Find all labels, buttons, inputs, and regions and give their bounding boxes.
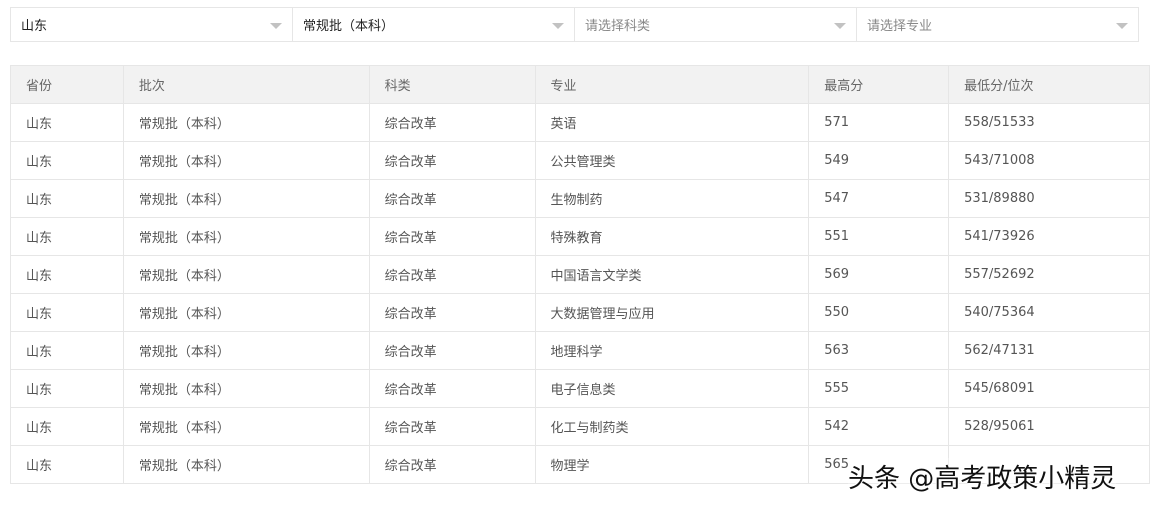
table-row: 山东 常规批（本科） 综合改革 特殊教育 551 541/73926 — [10, 217, 1150, 256]
table-header: 省份 批次 科类 专业 最高分 最低分/位次 — [10, 65, 1150, 104]
table-cell: 常规批（本科） — [122, 293, 370, 332]
province-select[interactable]: 山东 — [10, 7, 293, 42]
table-cell: 综合改革 — [368, 293, 536, 332]
table-cell: 528/95061 — [948, 407, 1150, 446]
table-cell: 山东 — [10, 179, 124, 218]
table-row: 山东 常规批（本科） 综合改革 大数据管理与应用 550 540/75364 — [10, 293, 1150, 332]
caret-down-icon — [834, 23, 846, 29]
table-cell: 常规批（本科） — [122, 255, 370, 294]
caret-down-icon — [1116, 23, 1128, 29]
batch-select[interactable]: 常规批（本科） — [292, 7, 575, 42]
table-row: 山东 常规批（本科） 综合改革 电子信息类 555 545/68091 — [10, 369, 1150, 408]
table-cell: 综合改革 — [368, 369, 536, 408]
table-cell: 549 — [808, 141, 950, 180]
table-cell: 生物制药 — [534, 179, 810, 218]
select-value: 请选择专业 — [867, 19, 933, 34]
table-cell: 531/89880 — [948, 179, 1150, 218]
table-cell: 综合改革 — [368, 407, 536, 446]
select-value: 请选择科类 — [585, 19, 651, 34]
table-cell: 551 — [808, 217, 950, 256]
table-cell: 常规批（本科） — [122, 103, 370, 142]
column-header: 科类 — [368, 65, 536, 104]
table-cell: 山东 — [10, 369, 124, 408]
score-table: 省份 批次 科类 专业 最高分 最低分/位次 山东 常规批（本科） 综合改革 英语 571 558/… — [10, 65, 1150, 484]
table-cell: 543/71008 — [948, 141, 1150, 180]
table-cell: 常规批（本科） — [122, 369, 370, 408]
table-cell: 中国语言文学类 — [534, 255, 810, 294]
table-cell: 综合改革 — [368, 141, 536, 180]
watermark: 头条 @高考政策小精灵 — [848, 458, 1117, 495]
table-cell: 特殊教育 — [534, 217, 810, 256]
select-value: 常规批（本科） — [303, 19, 395, 34]
major-select[interactable]: 请选择专业 — [856, 7, 1139, 42]
column-header: 专业 — [534, 65, 810, 104]
table-row: 山东 常规批（本科） 综合改革 中国语言文学类 569 557/52692 — [10, 255, 1150, 294]
table-cell: 562/47131 — [948, 331, 1150, 370]
table-cell: 英语 — [534, 103, 810, 142]
select-value: 山东 — [21, 19, 48, 34]
table-row: 山东 常规批（本科） 综合改革 英语 571 558/51533 — [10, 103, 1150, 142]
table-cell: 地理科学 — [534, 331, 810, 370]
caret-down-icon — [270, 23, 282, 29]
table-cell: 综合改革 — [368, 217, 536, 256]
filter-bar: 山东 常规批（本科） 请选择科类 请选择专业 — [10, 7, 1139, 42]
table-cell: 物理学 — [534, 445, 810, 484]
table-cell: 山东 — [10, 217, 124, 256]
table-cell: 综合改革 — [368, 179, 536, 218]
table-cell: 542 — [808, 407, 950, 446]
table-cell: 540/75364 — [948, 293, 1150, 332]
column-header: 省份 — [10, 65, 124, 104]
caret-down-icon — [552, 23, 564, 29]
table-cell: 山东 — [10, 445, 124, 484]
table-cell: 571 — [808, 103, 950, 142]
table-cell: 山东 — [10, 331, 124, 370]
table-cell: 541/73926 — [948, 217, 1150, 256]
table-cell: 综合改革 — [368, 255, 536, 294]
table-cell: 545/68091 — [948, 369, 1150, 408]
table-cell: 山东 — [10, 407, 124, 446]
table-row: 山东 常规批（本科） 综合改革 化工与制药类 542 528/95061 — [10, 407, 1150, 446]
table-cell: 山东 — [10, 293, 124, 332]
table-cell: 山东 — [10, 255, 124, 294]
table-cell: 547 — [808, 179, 950, 218]
table-cell: 公共管理类 — [534, 141, 810, 180]
table-cell: 常规批（本科） — [122, 179, 370, 218]
table-cell: 山东 — [10, 103, 124, 142]
table-cell: 综合改革 — [368, 445, 536, 484]
table-cell: 555 — [808, 369, 950, 408]
category-select[interactable]: 请选择科类 — [574, 7, 857, 42]
column-header: 最低分/位次 — [948, 65, 1150, 104]
table-cell: 557/52692 — [948, 255, 1150, 294]
table-cell: 常规批（本科） — [122, 331, 370, 370]
table-cell: 大数据管理与应用 — [534, 293, 810, 332]
table-row: 山东 常规批（本科） 综合改革 生物制药 547 531/89880 — [10, 179, 1150, 218]
table-cell: 550 — [808, 293, 950, 332]
table-cell: 化工与制药类 — [534, 407, 810, 446]
table-row: 山东 常规批（本科） 综合改革 地理科学 563 562/47131 — [10, 331, 1150, 370]
table-cell: 常规批（本科） — [122, 445, 370, 484]
table-cell: 山东 — [10, 141, 124, 180]
table-cell: 常规批（本科） — [122, 217, 370, 256]
table-cell: 电子信息类 — [534, 369, 810, 408]
table-row: 山东 常规批（本科） 综合改革 公共管理类 549 543/71008 — [10, 141, 1150, 180]
column-header: 批次 — [122, 65, 370, 104]
table-cell: 563 — [808, 331, 950, 370]
table-cell: 558/51533 — [948, 103, 1150, 142]
column-header: 最高分 — [808, 65, 950, 104]
table-cell: 常规批（本科） — [122, 141, 370, 180]
table-cell: 综合改革 — [368, 331, 536, 370]
table-cell: 常规批（本科） — [122, 407, 370, 446]
table-cell: 综合改革 — [368, 103, 536, 142]
table-cell: 569 — [808, 255, 950, 294]
